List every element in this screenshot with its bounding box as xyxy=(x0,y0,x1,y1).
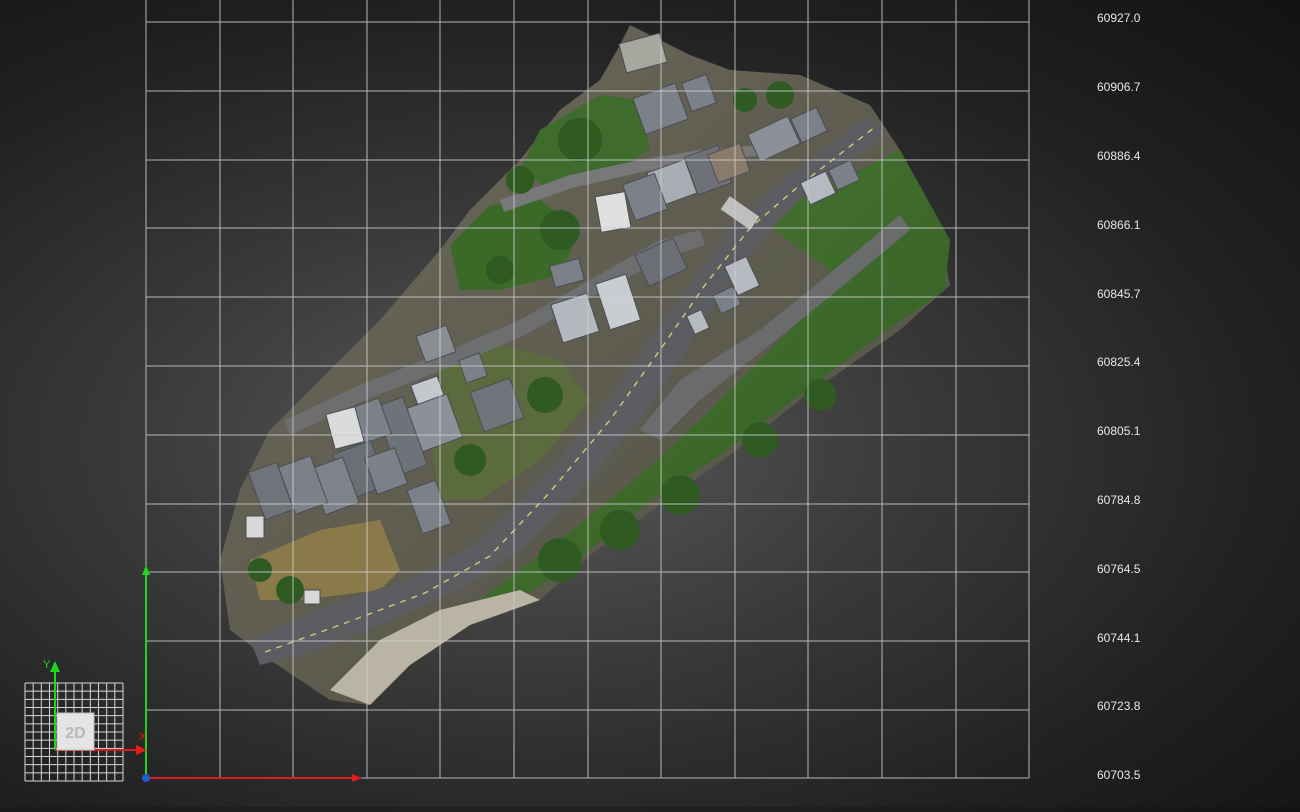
y-tick-label: 60927.0 xyxy=(1097,11,1141,25)
y-tick-label: 60703.5 xyxy=(1097,768,1141,782)
mini-y-label: Y xyxy=(43,659,51,671)
y-tick-label: 60906.7 xyxy=(1097,80,1141,94)
y-axis-arrow xyxy=(142,565,150,575)
y-tick-label: 60805.1 xyxy=(1097,424,1141,438)
point-cloud-viewport[interactable]: Y X 2D 60927.0 60906.7 60886.4 60866.1 6… xyxy=(0,0,1300,807)
y-tick-label: 60886.4 xyxy=(1097,149,1141,163)
y-tick-label: 60825.4 xyxy=(1097,355,1141,369)
y-tick-label: 60866.1 xyxy=(1097,218,1141,232)
y-tick-label: 60744.1 xyxy=(1097,631,1141,645)
origin-point xyxy=(142,774,150,782)
view-mode-label: 2D xyxy=(65,725,85,742)
mini-y-arrow xyxy=(50,661,60,672)
mini-x-label: X xyxy=(139,731,147,743)
y-tick-label: 60845.7 xyxy=(1097,287,1141,301)
x-axis-arrow xyxy=(352,774,362,782)
y-tick-label: 60723.8 xyxy=(1097,699,1141,713)
point-cloud-canvas[interactable]: Y X 2D xyxy=(0,0,1300,807)
view-orientation-widget[interactable]: Y X 2D xyxy=(24,659,147,782)
y-tick-label: 60764.5 xyxy=(1097,562,1141,576)
aerial-point-cloud xyxy=(220,25,950,705)
y-tick-label: 60784.8 xyxy=(1097,493,1141,507)
